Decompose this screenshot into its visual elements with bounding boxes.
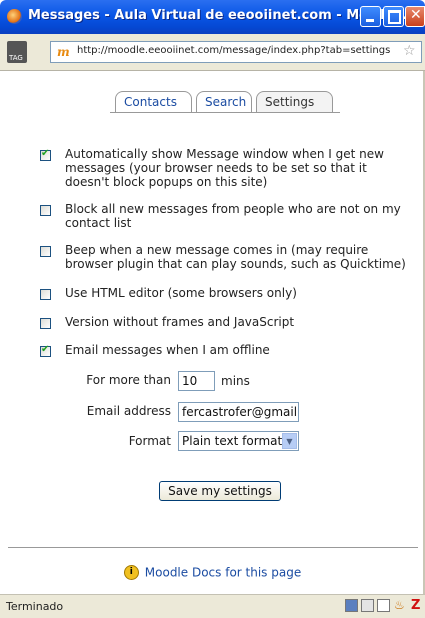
for-more-than-label: For more than bbox=[86, 373, 171, 387]
email-address-field[interactable]: fercastrofer@gmail.com bbox=[178, 402, 299, 422]
email-address-label: Email address bbox=[86, 404, 171, 418]
option-label: Email messages when I am offline bbox=[65, 343, 270, 357]
window-title: Messages - Aula Virtual de eeooiinet.com… bbox=[28, 8, 418, 23]
docs-footer: i Moodle Docs for this page bbox=[0, 565, 425, 580]
mail-icon[interactable] bbox=[377, 599, 390, 612]
no-frames-checkbox[interactable] bbox=[40, 318, 51, 329]
html-editor-checkbox[interactable] bbox=[40, 289, 51, 300]
tag-icon[interactable]: TAG bbox=[7, 41, 27, 63]
address-toolbar: TAG m http://moodle.eeooiinet.com/messag… bbox=[0, 34, 425, 71]
tab-divider bbox=[110, 112, 340, 113]
window-titlebar: Messages - Aula Virtual de eeooiinet.com… bbox=[0, 0, 425, 34]
format-select[interactable]: Plain text format ▼ bbox=[178, 431, 299, 451]
minutes-input[interactable]: 10 bbox=[178, 371, 215, 391]
block-messages-checkbox[interactable] bbox=[40, 205, 51, 216]
close-button[interactable] bbox=[405, 6, 425, 27]
option-label: Use HTML editor (some browsers only) bbox=[65, 286, 297, 300]
tab-contacts[interactable]: Contacts bbox=[115, 91, 192, 113]
email-offline-checkbox[interactable] bbox=[40, 344, 51, 357]
auto-show-checkbox[interactable] bbox=[40, 148, 51, 161]
moodle-favicon-icon: m bbox=[57, 45, 70, 59]
minimize-button[interactable] bbox=[360, 6, 381, 27]
firefox-icon bbox=[7, 9, 22, 24]
bookmark-star-icon[interactable]: ☆ bbox=[403, 43, 416, 59]
page-content: Contacts Search Settings Automatically s… bbox=[0, 71, 425, 594]
java-icon[interactable]: ♨ bbox=[394, 599, 407, 612]
zotero-icon[interactable]: Z bbox=[411, 599, 424, 612]
option-label: Version without frames and JavaScript bbox=[65, 315, 295, 329]
format-label: Format bbox=[128, 434, 171, 448]
tab-search[interactable]: Search bbox=[196, 91, 252, 113]
moodle-docs-link[interactable]: Moodle Docs for this page bbox=[145, 566, 301, 580]
info-icon: i bbox=[123, 565, 139, 580]
status-text: Terminado bbox=[6, 600, 64, 613]
footer-divider bbox=[8, 547, 418, 548]
mins-label: mins bbox=[221, 374, 250, 388]
beep-checkbox[interactable] bbox=[40, 246, 51, 257]
save-settings-button[interactable]: Save my settings bbox=[159, 481, 281, 501]
chevron-down-icon[interactable]: ▼ bbox=[282, 433, 297, 449]
url-field[interactable]: m http://moodle.eeooiinet.com/message/in… bbox=[50, 41, 422, 63]
url-text: http://moodle.eeooiinet.com/message/inde… bbox=[77, 45, 391, 56]
status-bar: Terminado ♨ Z bbox=[0, 594, 425, 618]
maximize-button[interactable] bbox=[383, 6, 404, 27]
format-select-value: Plain text format bbox=[182, 434, 283, 448]
tab-settings[interactable]: Settings bbox=[256, 91, 333, 113]
option-label: Block all new messages from people who a… bbox=[65, 202, 401, 230]
option-label: Automatically show Message window when I… bbox=[65, 147, 384, 189]
grid-icon[interactable] bbox=[361, 599, 374, 612]
layout-icon[interactable] bbox=[345, 599, 358, 612]
option-label: Beep when a new message comes in (may re… bbox=[65, 243, 406, 271]
